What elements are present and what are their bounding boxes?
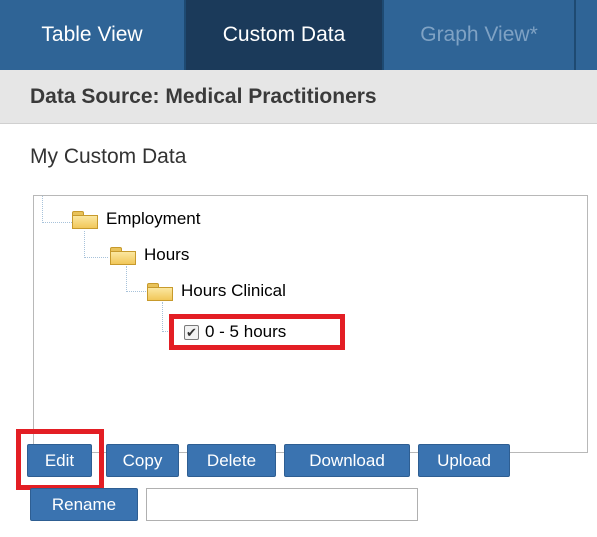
section-heading: My Custom Data [30, 145, 187, 168]
tree-node-employment[interactable]: Employment [72, 206, 200, 232]
tree-node-hours[interactable]: Hours [110, 242, 189, 268]
tab-graph-view[interactable]: Graph View* [384, 0, 574, 70]
upload-button[interactable]: Upload [418, 444, 510, 477]
tree-connector [126, 266, 148, 292]
download-button[interactable]: Download [284, 444, 410, 477]
folder-icon [72, 209, 98, 229]
tree-connector [84, 231, 108, 258]
tree-node-hours-clinical[interactable]: Hours Clinical [147, 278, 286, 304]
tab-overflow[interactable] [576, 0, 597, 70]
folder-icon [147, 281, 173, 301]
edit-button[interactable]: Edit [27, 444, 92, 477]
tab-custom-data[interactable]: Custom Data [186, 0, 382, 70]
tree-connector [42, 196, 72, 223]
tab-table-view[interactable]: Table View [0, 0, 184, 70]
data-source-header: Data Source: Medical Practitioners [0, 70, 597, 124]
custom-data-tree[interactable]: Employment Hours Hours Clinical ✔ 0 - 5 … [33, 195, 588, 453]
checkbox-checked-icon[interactable]: ✔ [184, 324, 199, 340]
tab-bar: Table View Custom Data Graph View* [0, 0, 597, 70]
data-source-title: Data Source: Medical Practitioners [30, 84, 377, 108]
tree-node-label: Hours [144, 245, 190, 264]
tree-leaf-label: 0 - 5 hours [205, 322, 287, 341]
rename-button[interactable]: Rename [30, 488, 138, 521]
tree-node-label: Hours Clinical [181, 281, 286, 300]
tree-node-label: Employment [106, 209, 201, 228]
copy-button[interactable]: Copy [106, 444, 179, 477]
delete-button[interactable]: Delete [187, 444, 276, 477]
folder-icon [110, 245, 136, 265]
rename-input[interactable] [146, 488, 418, 521]
tree-leaf-0-5-hours[interactable]: ✔ 0 - 5 hours [169, 314, 345, 350]
